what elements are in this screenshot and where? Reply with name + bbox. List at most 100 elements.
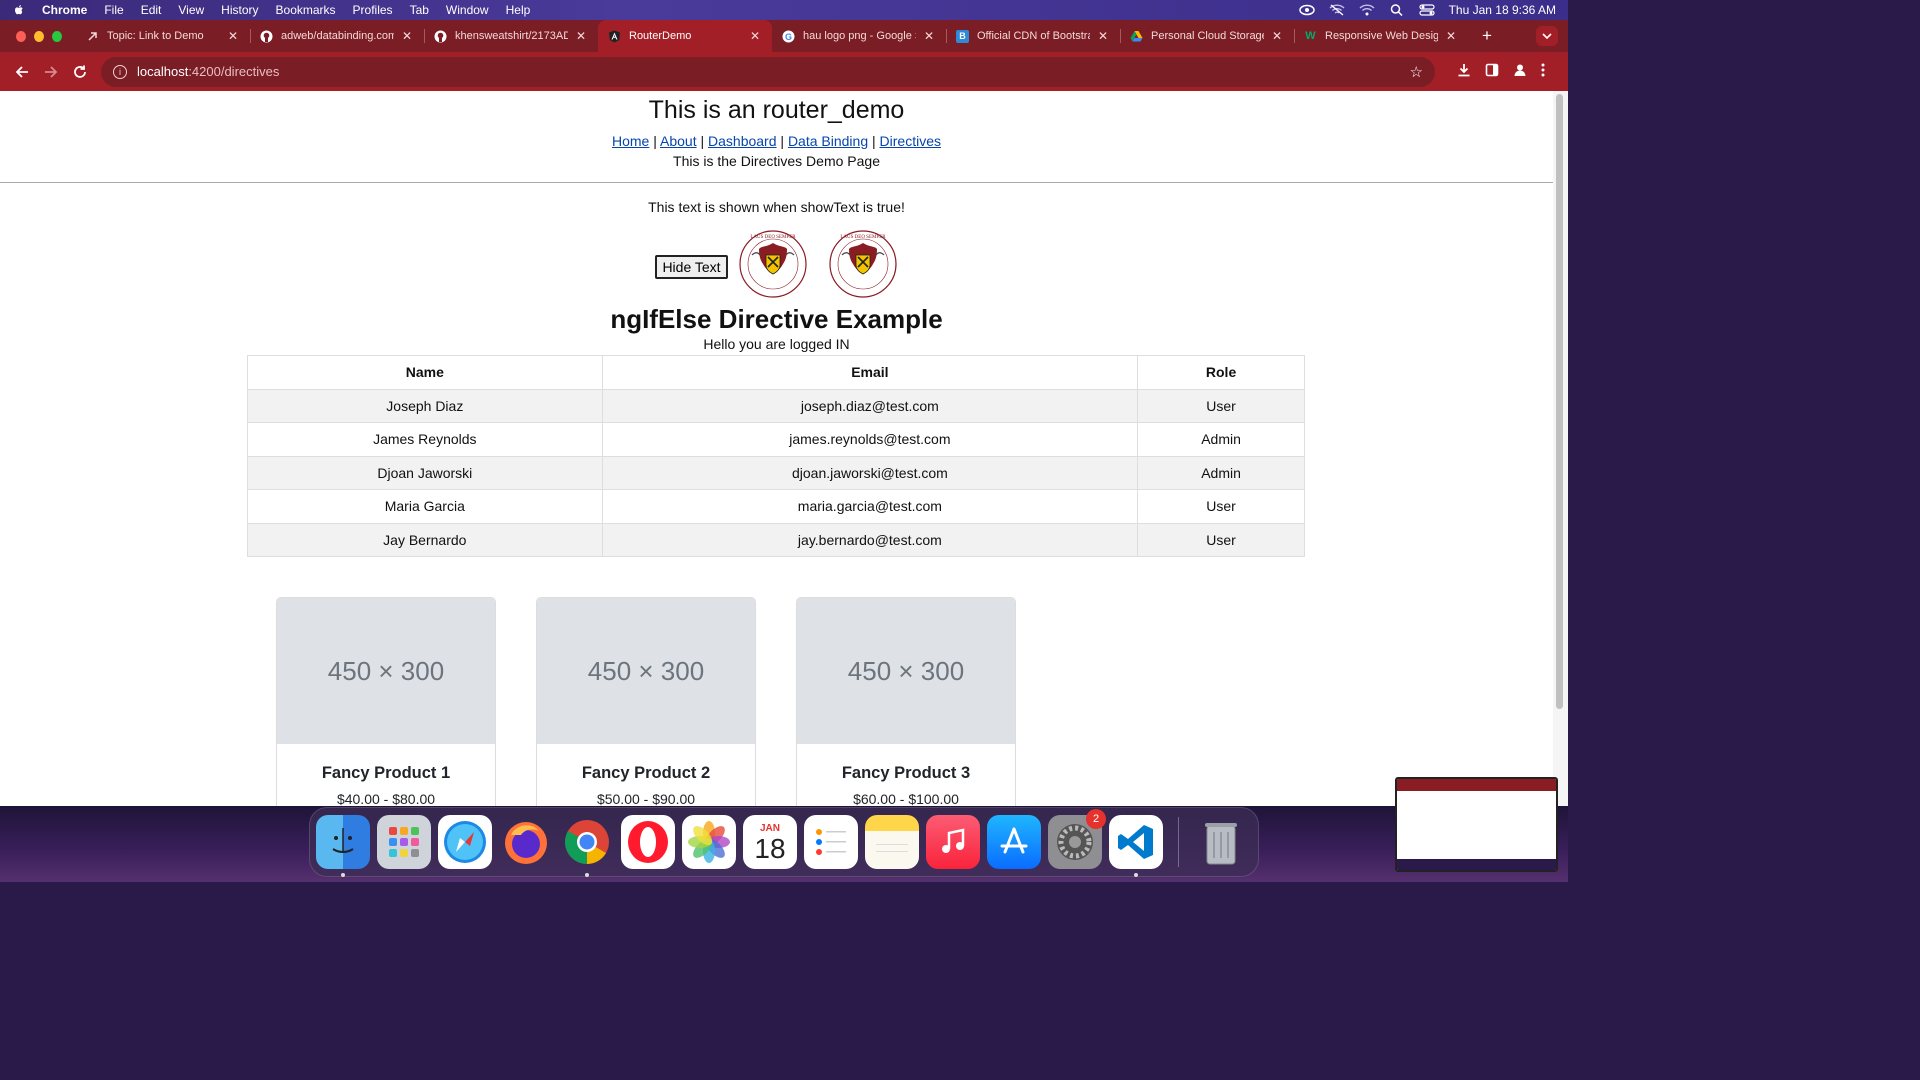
notification-badge: 2 xyxy=(1086,809,1106,829)
safari-icon[interactable] xyxy=(438,815,492,869)
svg-text:LAUS DEO SEMPER: LAUS DEO SEMPER xyxy=(840,235,886,240)
nav-link-home[interactable]: Home xyxy=(612,133,649,149)
hide-text-button[interactable]: Hide Text xyxy=(655,255,728,279)
menu-edit[interactable]: Edit xyxy=(141,3,162,17)
close-tab-icon[interactable]: ✕ xyxy=(400,29,414,43)
running-indicator xyxy=(585,873,589,877)
new-tab-button[interactable]: + xyxy=(1476,26,1498,46)
tab-search-chevron-icon[interactable] xyxy=(1536,26,1558,46)
tab-topic-link[interactable]: Topic: Link to Demo ✕ xyxy=(76,20,250,52)
macos-dock: JAN 18 2 xyxy=(309,807,1259,877)
cell-name: Jay Bernardo xyxy=(247,522,603,557)
side-panel-icon[interactable] xyxy=(1485,63,1499,80)
calendar-icon[interactable]: JAN 18 xyxy=(743,815,797,869)
trash-icon[interactable] xyxy=(1194,815,1248,869)
product-card[interactable]: 450 × 300 Fancy Product 3 $60.00 - $100.… xyxy=(796,597,1016,806)
menu-file[interactable]: File xyxy=(104,3,123,17)
finder-icon[interactable] xyxy=(316,815,370,877)
app-store-icon[interactable] xyxy=(987,815,1041,869)
menu-history[interactable]: History xyxy=(221,3,258,17)
minimize-window-button[interactable] xyxy=(34,30,44,42)
nav-link-dashboard[interactable]: Dashboard xyxy=(708,133,777,149)
apple-icon[interactable] xyxy=(12,3,26,17)
zoom-window-button[interactable] xyxy=(52,30,62,42)
menu-help[interactable]: Help xyxy=(506,3,531,17)
menu-bookmarks[interactable]: Bookmarks xyxy=(276,3,336,17)
menu-profiles[interactable]: Profiles xyxy=(353,3,393,17)
tab-github-databinding[interactable]: adweb/databinding.comp ✕ xyxy=(250,20,424,52)
close-tab-icon[interactable]: ✕ xyxy=(1444,29,1458,43)
menu-tab[interactable]: Tab xyxy=(410,3,429,17)
column-header-role: Role xyxy=(1137,355,1305,390)
forward-arrow-icon[interactable] xyxy=(37,58,65,86)
product-name: Fancy Product 3 xyxy=(841,764,971,782)
close-tab-icon[interactable]: ✕ xyxy=(922,29,936,43)
tab-responsive-web-design[interactable]: W Responsive Web Design ✕ xyxy=(1294,20,1468,52)
system-settings-icon[interactable]: 2 xyxy=(1048,809,1106,869)
tab-routerdemo[interactable]: RouterDemo ✕ xyxy=(598,20,772,52)
cell-name: Maria Garcia xyxy=(247,489,603,524)
opera-icon[interactable] xyxy=(621,815,675,869)
bookmark-star-icon[interactable]: ☆ xyxy=(1410,63,1423,81)
notes-icon[interactable] xyxy=(865,815,919,869)
thumbnail-toolbar xyxy=(1397,779,1556,791)
product-card[interactable]: 450 × 300 Fancy Product 2 $50.00 - $90.0… xyxy=(536,597,756,806)
spotlight-search-icon[interactable] xyxy=(1389,4,1405,17)
calendar-month: JAN xyxy=(759,822,780,834)
tab-strip: Topic: Link to Demo ✕ adweb/databinding.… xyxy=(0,20,1568,52)
google-icon: G xyxy=(782,30,795,43)
page-viewport: This is an router_demo Home | About | Da… xyxy=(0,91,1553,806)
menu-window[interactable]: Window xyxy=(446,3,489,17)
bootstrap-icon: B xyxy=(956,29,969,43)
reminders-icon[interactable] xyxy=(804,815,858,869)
cell-name: Djoan Jaworski xyxy=(247,455,603,490)
firefox-icon[interactable] xyxy=(499,815,553,869)
wifi-off-icon[interactable] xyxy=(1329,4,1345,16)
github-icon xyxy=(434,30,447,43)
screenshot-preview-thumbnail[interactable] xyxy=(1395,777,1558,872)
menu-view[interactable]: View xyxy=(178,3,204,17)
wifi-icon[interactable] xyxy=(1359,4,1375,16)
address-bar[interactable]: i localhost:4200/directives ☆ xyxy=(101,56,1435,87)
nav-link-directives[interactable]: Directives xyxy=(880,133,941,149)
running-indicator xyxy=(1134,873,1138,877)
tab-google-search[interactable]: G hau logo png - Google Se ✕ xyxy=(772,20,946,52)
menu-clock[interactable]: Thu Jan 18 9:36 AM xyxy=(1449,3,1556,17)
site-info-icon[interactable]: i xyxy=(113,64,127,79)
close-window-button[interactable] xyxy=(16,30,26,42)
window-controls xyxy=(0,30,76,42)
close-tab-icon[interactable]: ✕ xyxy=(226,29,240,43)
tab-label: khensweatshirt/2173ADW xyxy=(455,30,568,42)
chrome-icon[interactable] xyxy=(560,815,614,877)
scrollbar-thumb[interactable] xyxy=(1556,94,1563,709)
table-row: Maria Garcia maria.garcia@test.com User xyxy=(247,489,1305,524)
tab-google-drive[interactable]: Personal Cloud Storage & ✕ xyxy=(1120,20,1294,52)
tab-label: Official CDN of Bootstrap xyxy=(977,30,1090,42)
chrome-menu-kebab-icon[interactable] xyxy=(1541,63,1545,80)
close-tab-icon[interactable]: ✕ xyxy=(1270,29,1284,43)
photos-icon[interactable] xyxy=(682,815,736,869)
page-scrollbar[interactable] xyxy=(1553,91,1568,806)
table-row: Djoan Jaworski djoan.jaworski@test.com A… xyxy=(247,455,1305,490)
product-card[interactable]: 450 × 300 Fancy Product 1 $40.00 - $80.0… xyxy=(276,597,496,806)
creative-cloud-icon[interactable] xyxy=(1298,4,1315,16)
profile-avatar-icon[interactable] xyxy=(1513,63,1527,80)
launchpad-icon[interactable] xyxy=(377,815,431,869)
tab-label: hau logo png - Google Se xyxy=(803,30,916,42)
close-tab-icon[interactable]: ✕ xyxy=(748,29,762,43)
product-price: $60.00 - $100.00 xyxy=(853,791,959,806)
control-center-icon[interactable] xyxy=(1418,4,1435,16)
back-arrow-icon[interactable] xyxy=(8,58,36,86)
tab-bootstrap-cdn[interactable]: B Official CDN of Bootstrap ✕ xyxy=(946,20,1120,52)
reload-icon[interactable] xyxy=(66,58,94,86)
menu-app-name[interactable]: Chrome xyxy=(42,3,87,17)
tab-github-khensweatshirt[interactable]: khensweatshirt/2173ADW ✕ xyxy=(424,20,598,52)
close-tab-icon[interactable]: ✕ xyxy=(574,29,588,43)
download-icon[interactable] xyxy=(1457,63,1471,80)
close-tab-icon[interactable]: ✕ xyxy=(1096,29,1110,43)
vscode-icon[interactable] xyxy=(1109,815,1163,877)
nav-link-about[interactable]: About xyxy=(660,133,697,149)
svg-text:G: G xyxy=(785,31,792,41)
nav-link-data-binding[interactable]: Data Binding xyxy=(788,133,868,149)
music-icon[interactable] xyxy=(926,815,980,869)
